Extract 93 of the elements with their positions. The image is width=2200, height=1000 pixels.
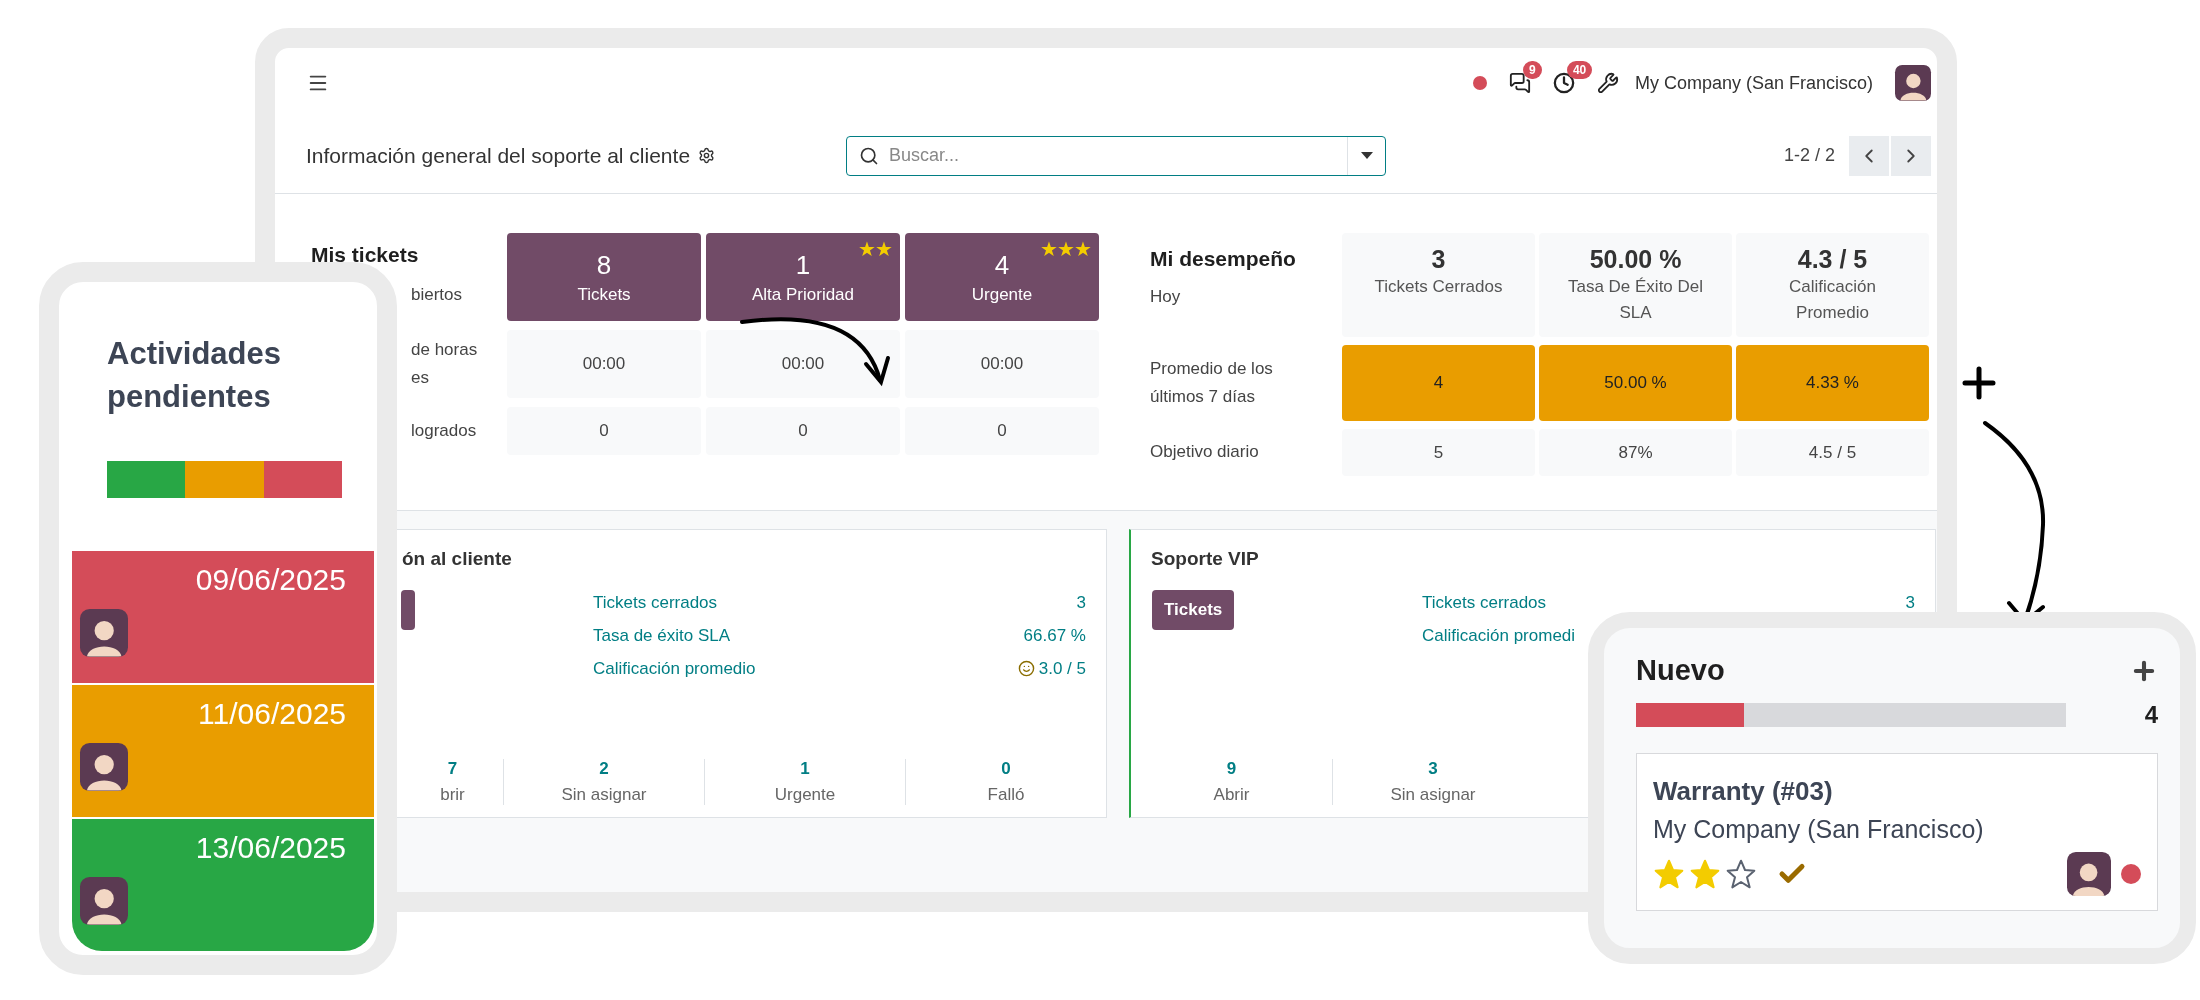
- stat-value[interactable]: 1: [800, 759, 810, 779]
- value-cell: 0: [507, 407, 701, 455]
- activity-row[interactable]: 09/06/2025: [72, 551, 374, 683]
- value-cell: 50.00 %: [1539, 345, 1732, 421]
- button-edge[interactable]: [401, 590, 415, 630]
- value-cell: 0: [706, 407, 900, 455]
- stat-label: Sin asignar: [1390, 785, 1476, 805]
- avatar: [2067, 852, 2111, 896]
- row-label: de horas es: [411, 338, 479, 389]
- ticket-tile[interactable]: 8 Tickets: [507, 233, 701, 321]
- value-cell: 00:00: [905, 330, 1099, 398]
- stat-value[interactable]: 2: [599, 759, 609, 779]
- activity-date: 13/06/2025: [195, 831, 346, 865]
- count-badge: 9: [1522, 61, 1542, 79]
- previous-button[interactable]: [1849, 135, 1889, 176]
- record-title: Warranty (#03): [1653, 776, 1834, 807]
- value-cell: 5: [1342, 429, 1535, 476]
- metric-link[interactable]: Tickets cerrados: [1422, 592, 1547, 613]
- metric-value: 3: [1905, 592, 1915, 613]
- stat-label: Urgente: [774, 785, 836, 805]
- value-cell: 0: [905, 407, 1099, 455]
- search-icon: [859, 145, 879, 166]
- stat-value[interactable]: 7: [447, 759, 458, 779]
- value-cell: 4: [1342, 345, 1535, 421]
- search-field[interactable]: Buscar...: [846, 135, 1386, 176]
- clock-icon[interactable]: [1552, 72, 1575, 94]
- metric-link[interactable]: Calificación promedi: [1422, 625, 1576, 646]
- kpi-label: Calificación Promedio: [1788, 276, 1877, 324]
- value-cell: 00:00: [507, 330, 701, 398]
- section-title: Mis tickets: [311, 243, 420, 267]
- status-dot[interactable]: [2121, 864, 2141, 884]
- stat-label: Abrir: [1213, 785, 1250, 805]
- stat-value[interactable]: 0: [1001, 759, 1011, 779]
- stat-label: Sin asignar: [561, 785, 647, 805]
- smiley-icon: [1017, 660, 1035, 677]
- ticket-tile[interactable]: ★★ 1 Alta Prioridad: [706, 233, 900, 321]
- stat-value[interactable]: 9: [1226, 759, 1237, 779]
- page-title: Información general del soporte al cliente: [306, 143, 691, 168]
- messages-icon[interactable]: [1508, 72, 1531, 94]
- row-label: Promedio de los últimos 7 días: [1150, 357, 1274, 408]
- value-cell: 87%: [1539, 429, 1732, 476]
- record-card[interactable]: Warranty (#03) My Company (San Francisco): [1636, 753, 2158, 911]
- caret-icon: [1360, 151, 1373, 160]
- value-cell: 4.33 %: [1736, 345, 1929, 421]
- settings-icon[interactable]: [698, 147, 716, 164]
- company-name[interactable]: My Company (San Francisco): [1634, 72, 1873, 94]
- metric-value: 3: [1076, 592, 1086, 613]
- subtitle: Hoy: [1150, 286, 1182, 308]
- metric-value: 66.67 %: [1023, 625, 1086, 646]
- kpi-label: Tickets Cerrados: [1374, 276, 1503, 298]
- activity-date: 09/06/2025: [195, 563, 346, 597]
- priority-stars: ★★: [858, 237, 892, 261]
- activity-row[interactable]: 13/06/2025: [72, 819, 374, 951]
- record-company: My Company (San Francisco): [1653, 815, 1985, 844]
- star-icon: [1725, 858, 1757, 890]
- tickets-button[interactable]: Tickets: [1152, 590, 1235, 630]
- star-icon: [1689, 858, 1721, 890]
- avatar: [80, 609, 128, 657]
- section-title: Mi desempeño: [1150, 247, 1297, 271]
- avatar: [80, 743, 128, 791]
- kpi-value: 3: [1431, 245, 1446, 274]
- metric-link[interactable]: Tasa de éxito SLA: [593, 625, 731, 646]
- ticket-tile[interactable]: ★★★ 4 Urgente: [905, 233, 1099, 321]
- column-title: Nuevo: [1636, 654, 1725, 687]
- value-cell: 4.5 / 5: [1736, 429, 1929, 476]
- count-badge: 40: [1566, 61, 1593, 79]
- priority-stars: ★★★: [1040, 237, 1091, 261]
- value-cell: 00:00: [706, 330, 900, 398]
- kpi-value: 50.00 %: [1589, 245, 1682, 274]
- row-label: Objetivo diario: [1150, 441, 1260, 464]
- column-count: 4: [2144, 701, 2158, 729]
- avatar: [1895, 65, 1931, 101]
- activities-title: Actividades pendientes: [107, 335, 282, 417]
- search-input[interactable]: Buscar...: [887, 144, 1347, 167]
- pager-value: 1-2 / 2: [1783, 145, 1835, 166]
- kpi-label: Tasa De Éxito Del SLA: [1566, 276, 1705, 324]
- row-label: biertos: [411, 284, 464, 306]
- kpi-value: 4.3 / 5: [1797, 245, 1868, 274]
- team-title: ón al cliente: [402, 548, 513, 570]
- stat-value[interactable]: 3: [1428, 759, 1438, 779]
- metric-link[interactable]: Calificación promedio: [593, 658, 756, 679]
- team-title: Soporte VIP: [1151, 548, 1260, 570]
- wrench-icon[interactable]: [1596, 72, 1619, 94]
- next-button[interactable]: [1891, 135, 1931, 176]
- metric-link[interactable]: Tickets cerrados: [593, 592, 718, 613]
- stat-label: Falló: [987, 785, 1025, 805]
- row-label: logrados: [411, 419, 478, 442]
- activity-date: 11/06/2025: [198, 697, 346, 731]
- plus-icon: [1962, 366, 1996, 400]
- stat-label: brir: [440, 785, 465, 805]
- star-icon: [1653, 858, 1685, 890]
- metric-value: 3.0 / 5: [1038, 658, 1086, 679]
- avatar: [80, 877, 128, 925]
